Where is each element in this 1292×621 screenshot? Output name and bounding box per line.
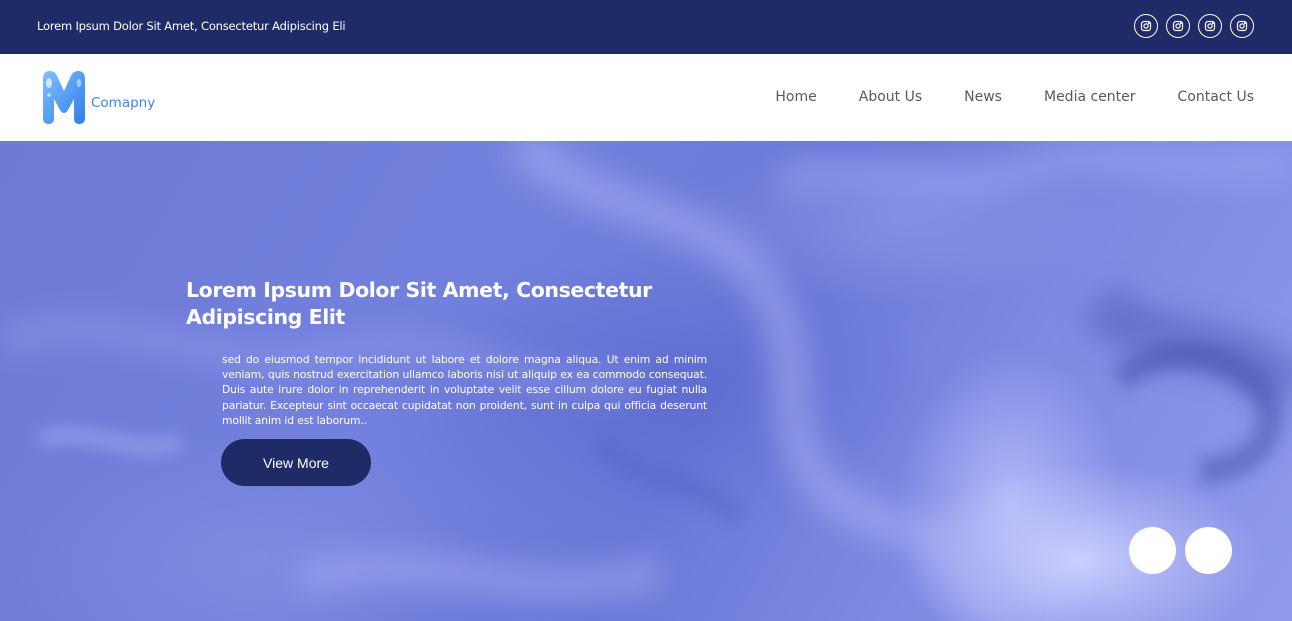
- instagram-link-4[interactable]: [1230, 14, 1254, 38]
- nav-item-about-us[interactable]: About Us: [859, 89, 922, 105]
- slider-prev-button[interactable]: [1129, 527, 1176, 574]
- company-logo[interactable]: Comapny: [40, 69, 180, 127]
- hero-description: sed do eiusmod tempor incididunt ut labo…: [222, 353, 707, 427]
- hero-slider: Lorem Ipsum Dolor Sit Amet, Consectetur …: [0, 141, 1292, 621]
- site-header: Comapny Home About Us News Media center …: [0, 54, 1292, 141]
- m-logo-icon: [43, 71, 85, 124]
- instagram-icon: [1204, 20, 1216, 32]
- main-nav: Home About Us News Media center Contact …: [775, 89, 1254, 105]
- view-more-button[interactable]: View More: [221, 439, 371, 486]
- top-bar: Lorem Ipsum Dolor Sit Amet, Consectetur …: [0, 0, 1292, 54]
- instagram-icon: [1236, 20, 1248, 32]
- social-links: [1134, 14, 1254, 38]
- nav-item-media-center[interactable]: Media center: [1044, 89, 1136, 105]
- instagram-link-3[interactable]: [1198, 14, 1222, 38]
- logo-text: Comapny: [91, 95, 156, 111]
- nav-item-contact-us[interactable]: Contact Us: [1178, 89, 1254, 105]
- instagram-icon: [1172, 20, 1184, 32]
- nav-item-news[interactable]: News: [964, 89, 1002, 105]
- instagram-link-2[interactable]: [1166, 14, 1190, 38]
- nav-item-home[interactable]: Home: [775, 89, 816, 105]
- hero-title: Lorem Ipsum Dolor Sit Amet, Consectetur …: [186, 278, 652, 329]
- topbar-tagline: Lorem Ipsum Dolor Sit Amet, Consectetur …: [37, 19, 346, 33]
- slider-next-button[interactable]: [1185, 527, 1232, 574]
- instagram-icon: [1140, 20, 1152, 32]
- instagram-link-1[interactable]: [1134, 14, 1158, 38]
